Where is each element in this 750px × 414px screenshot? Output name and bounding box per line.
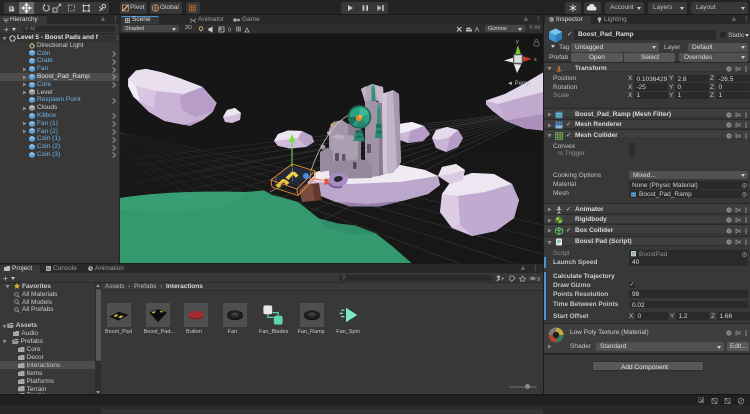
- svg-text:?: ?: [728, 123, 731, 128]
- svg-text:?: ?: [728, 228, 731, 233]
- svg-text:y: y: [516, 39, 519, 45]
- svg-text:?: ?: [728, 207, 731, 212]
- svg-text:?: ?: [728, 66, 731, 71]
- svg-text:?: ?: [728, 331, 731, 336]
- svg-text:i: i: [550, 17, 551, 22]
- svg-text:?: ?: [728, 133, 731, 138]
- svg-text:?: ?: [728, 240, 731, 245]
- svg-text:x: x: [534, 57, 537, 63]
- svg-text:0: 0: [228, 27, 231, 33]
- svg-text:◄ Persp: ◄ Persp: [507, 81, 531, 87]
- svg-text:?: ?: [728, 112, 731, 117]
- svg-text:9: 9: [537, 276, 540, 281]
- svg-text:?: ?: [728, 218, 731, 223]
